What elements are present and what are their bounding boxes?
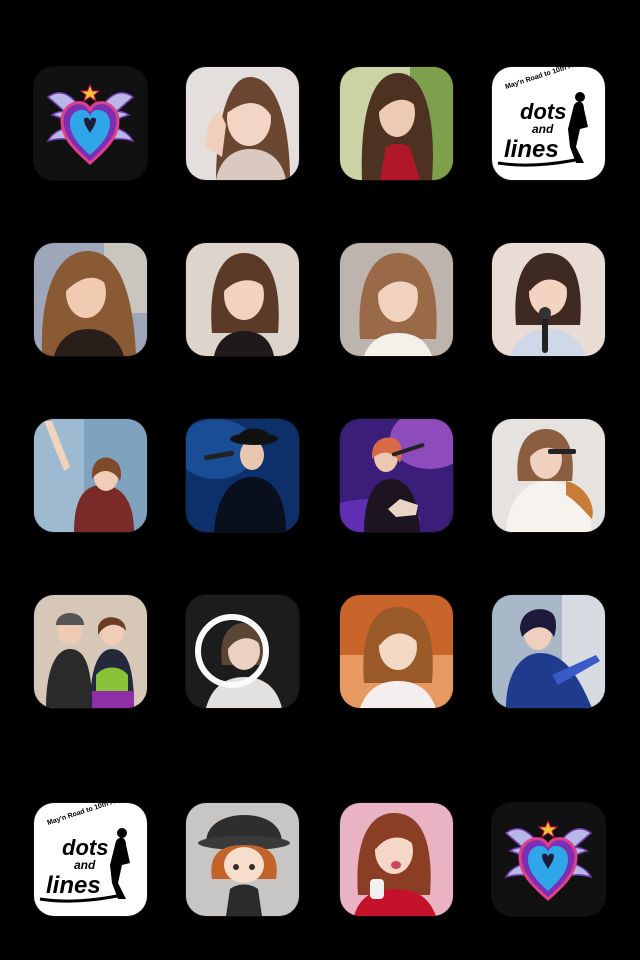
tile-portrait-1[interactable] [186, 67, 299, 180]
tile-portrait-8[interactable] [492, 595, 605, 708]
and-word: and [532, 122, 554, 136]
concert-photo-icon [34, 419, 147, 532]
lines-word: lines [46, 872, 101, 899]
winged-heart-logo-icon [492, 803, 605, 916]
tile-portrait-7[interactable] [340, 595, 453, 708]
tile-dots-and-lines-logo[interactable]: May'n Road to 10th Anniversary Japan & W… [492, 67, 605, 180]
tile-portrait-3[interactable] [34, 243, 147, 356]
concert-photo-icon [186, 419, 299, 532]
tile-ring-light-photo[interactable] [186, 595, 299, 708]
tile-duo-photo[interactable] [34, 595, 147, 708]
and-word: and [74, 858, 96, 872]
portrait-photo-icon [340, 67, 453, 180]
dots-and-lines-logo-icon: May'n Road to 10th Anniversary Japan & W… [492, 67, 605, 180]
portrait-photo-icon [340, 803, 453, 916]
portrait-photo-icon [340, 595, 453, 708]
duo-photo-icon [34, 595, 147, 708]
dots-and-lines-logo-icon: May'n Road to 10th Anniversary Japan & W… [34, 803, 147, 916]
lines-word: lines [504, 136, 559, 163]
tile-portrait-5[interactable] [340, 243, 453, 356]
portrait-photo-icon [186, 67, 299, 180]
dots-word: dots [62, 835, 108, 860]
tile-portrait-6[interactable] [492, 243, 605, 356]
winged-heart-logo-icon [34, 67, 147, 180]
portrait-photo-icon [186, 243, 299, 356]
tile-portrait-2[interactable] [340, 67, 453, 180]
tile-dots-and-lines-logo-2[interactable]: May'n Road to 10th Anniversary Japan & W… [34, 803, 147, 916]
tile-concert-2[interactable] [186, 419, 299, 532]
wallpaper-icon-grid: May'n Road to 10th Anniversary Japan & W… [0, 0, 640, 960]
concert-photo-icon [492, 419, 605, 532]
tile-figure-photo[interactable] [186, 803, 299, 916]
ring-light-photo-icon [186, 595, 299, 708]
portrait-photo-icon [34, 243, 147, 356]
figure-photo-icon [186, 803, 299, 916]
dots-word: dots [520, 99, 566, 124]
portrait-photo-icon [492, 243, 605, 356]
tile-winged-heart-logo[interactable] [34, 67, 147, 180]
tile-concert-3[interactable] [340, 419, 453, 532]
tile-portrait-9[interactable] [340, 803, 453, 916]
tile-portrait-4[interactable] [186, 243, 299, 356]
tile-concert-1[interactable] [34, 419, 147, 532]
concert-photo-icon [340, 419, 453, 532]
portrait-photo-icon [340, 243, 453, 356]
tile-concert-4[interactable] [492, 419, 605, 532]
portrait-photo-icon [492, 595, 605, 708]
tile-winged-heart-logo-2[interactable] [492, 803, 605, 916]
